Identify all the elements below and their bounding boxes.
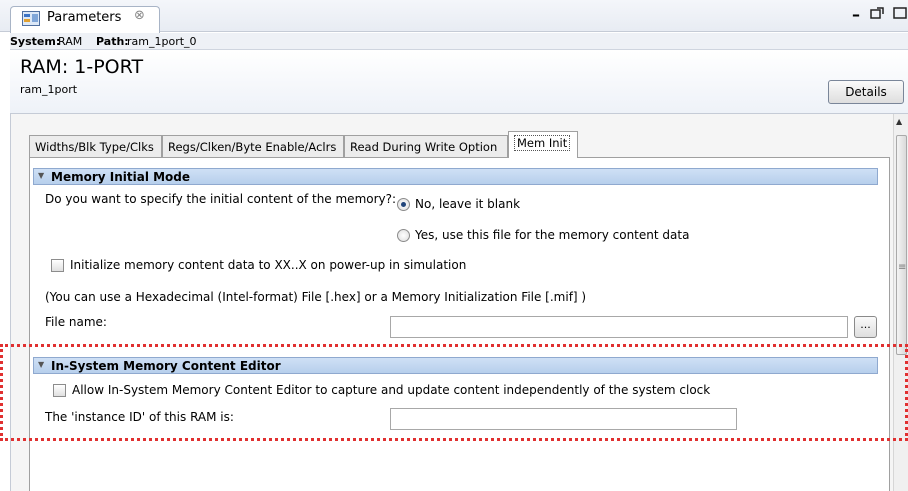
browse-file-button[interactable]: ... bbox=[854, 316, 877, 338]
scroll-thumb[interactable] bbox=[896, 135, 907, 355]
parameters-view-title: Parameters bbox=[47, 10, 122, 25]
highlight-top-border bbox=[0, 344, 908, 347]
highlight-left-border bbox=[0, 344, 3, 441]
system-label: System: bbox=[10, 35, 61, 48]
in-system-editor-title: In-System Memory Content Editor bbox=[51, 359, 281, 373]
memory-initial-mode-header[interactable]: ▼ Memory Initial Mode bbox=[33, 168, 878, 185]
scroll-grip-icon: ≡ bbox=[898, 262, 907, 273]
radio-use-file-label[interactable]: Yes, use this file for the memory conten… bbox=[415, 228, 689, 242]
system-value: RAM bbox=[58, 35, 83, 48]
component-instance-name: ram_1port bbox=[20, 83, 78, 96]
instance-id-input[interactable] bbox=[390, 408, 737, 430]
minimize-icon[interactable]: – bbox=[852, 5, 860, 24]
component-title: RAM: 1-PORT bbox=[20, 56, 144, 78]
restore-icon[interactable] bbox=[893, 7, 907, 19]
details-button[interactable]: Details bbox=[828, 80, 904, 104]
path-value: ram_1port_0 bbox=[127, 35, 197, 48]
parameters-view-icon bbox=[22, 11, 40, 26]
tab-mem-init[interactable]: Mem Init bbox=[508, 131, 578, 158]
system-path-bar: System: RAM Path: ram_1port_0 bbox=[10, 33, 908, 50]
close-tab-icon[interactable]: ⊗ bbox=[134, 8, 145, 23]
instance-id-label: The 'instance ID' of this RAM is: bbox=[45, 410, 234, 424]
maximize-icon[interactable] bbox=[870, 7, 884, 19]
allow-isme-checkbox-label[interactable]: Allow In-System Memory Content Editor to… bbox=[72, 383, 710, 397]
initial-content-question: Do you want to specify the initial conte… bbox=[45, 192, 397, 206]
collapse-triangle-icon[interactable]: ▼ bbox=[38, 360, 44, 369]
tab-widths-blk-type-clks[interactable]: Widths/Blk Type/Clks bbox=[29, 135, 162, 157]
tab-mem-init-label: Mem Init bbox=[514, 135, 571, 151]
path-label: Path: bbox=[96, 35, 129, 48]
allow-isme-checkbox[interactable] bbox=[53, 384, 66, 397]
collapse-triangle-icon[interactable]: ▼ bbox=[38, 171, 44, 180]
radio-leave-blank[interactable] bbox=[397, 198, 410, 211]
component-header bbox=[10, 51, 908, 114]
scroll-up-arrow-icon[interactable]: ▲ bbox=[896, 117, 902, 126]
radio-use-file[interactable] bbox=[397, 229, 410, 242]
file-name-input[interactable] bbox=[390, 316, 848, 338]
init-xx-checkbox-label[interactable]: Initialize memory content data to XX..X … bbox=[70, 258, 466, 272]
tab-regs-clken-byte-enable-aclrs[interactable]: Regs/Clken/Byte Enable/Aclrs bbox=[162, 135, 344, 157]
file-name-label: File name: bbox=[45, 315, 107, 329]
in-system-editor-header[interactable]: ▼ In-System Memory Content Editor bbox=[33, 357, 878, 374]
memory-initial-mode-title: Memory Initial Mode bbox=[51, 170, 191, 184]
file-format-hint: (You can use a Hexadecimal (Intel-format… bbox=[45, 290, 587, 304]
init-xx-checkbox[interactable] bbox=[51, 259, 64, 272]
highlight-bottom-border bbox=[0, 438, 908, 441]
tab-read-during-write-option[interactable]: Read During Write Option bbox=[344, 135, 508, 157]
radio-leave-blank-label[interactable]: No, leave it blank bbox=[415, 197, 520, 211]
